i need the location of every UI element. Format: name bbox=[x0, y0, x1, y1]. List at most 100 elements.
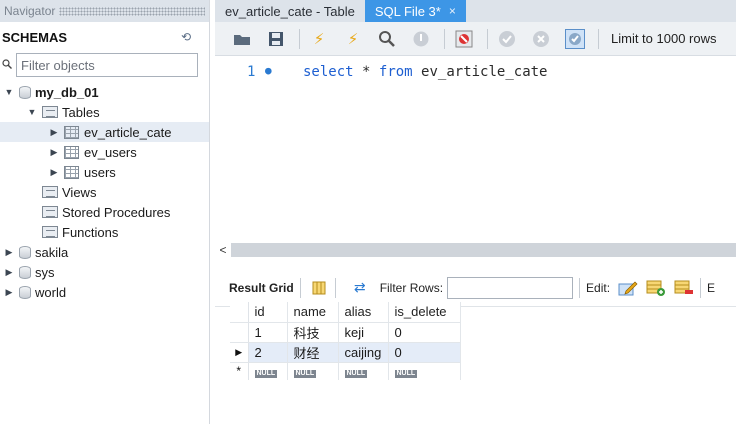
tree-item-world[interactable]: ▶ world bbox=[0, 282, 209, 302]
cell-is-delete[interactable]: NULL bbox=[388, 362, 461, 380]
tree-item-functions[interactable]: Functions bbox=[0, 222, 209, 242]
scrollbar-track[interactable] bbox=[231, 243, 736, 257]
tree-item-label: world bbox=[35, 284, 67, 300]
column-header-is-delete[interactable]: is_delete bbox=[388, 302, 461, 323]
sql-statement[interactable]: select * from ev_article_cate bbox=[303, 64, 547, 80]
table-row[interactable]: 1 科技 keji 0 bbox=[230, 322, 461, 343]
tree-item-ev-users[interactable]: ▶ ev_users bbox=[0, 142, 209, 162]
toggle-stop-on-error-icon[interactable] bbox=[453, 28, 475, 50]
add-row-icon[interactable] bbox=[646, 279, 666, 297]
refresh-icon[interactable]: ⟲ bbox=[181, 30, 191, 44]
new-row[interactable]: * NULL NULL NULL NULL bbox=[230, 362, 461, 380]
cell-is-delete[interactable]: 0 bbox=[388, 322, 461, 343]
cell-name[interactable]: 财经 bbox=[287, 342, 339, 363]
tab-sql-file-3[interactable]: SQL File 3* × bbox=[364, 0, 466, 22]
tree-item-my-db-01[interactable]: ▼ my_db_01 bbox=[0, 82, 209, 102]
table-icon bbox=[64, 145, 79, 159]
new-row-marker[interactable]: * bbox=[230, 362, 249, 380]
cell-is-delete[interactable]: 0 bbox=[388, 342, 461, 363]
toolbar-divider bbox=[579, 277, 581, 298]
scroll-left-icon[interactable]: < bbox=[215, 243, 231, 257]
save-icon[interactable] bbox=[265, 28, 287, 50]
execute-current-icon[interactable]: ⚡ bbox=[342, 28, 364, 50]
tree-item-sys[interactable]: ▶ sys bbox=[0, 262, 209, 282]
sql-keyword: from bbox=[378, 64, 413, 80]
tree-item-views[interactable]: Views bbox=[0, 182, 209, 202]
result-grid[interactable]: id name alias is_delete 1 科技 keji 0 ▶ 2 … bbox=[230, 302, 461, 380]
expand-arrow-icon[interactable]: ▼ bbox=[26, 107, 38, 117]
database-icon bbox=[19, 285, 31, 299]
column-header-name[interactable]: name bbox=[287, 302, 339, 323]
close-icon[interactable]: × bbox=[449, 4, 456, 18]
tree-item-label: users bbox=[84, 164, 116, 180]
navigator-header: Navigator bbox=[0, 0, 209, 22]
tab-ev-article-cate-table[interactable]: ev_article_cate - Table bbox=[215, 0, 365, 22]
expand-arrow-icon[interactable]: ▶ bbox=[3, 287, 15, 298]
expand-arrow-icon[interactable]: ▶ bbox=[48, 167, 60, 178]
autocommit-icon[interactable] bbox=[564, 28, 586, 50]
current-row-icon[interactable]: ▶ bbox=[230, 342, 249, 363]
folder-icon bbox=[42, 106, 58, 118]
tree-item-tables[interactable]: ▼ Tables bbox=[0, 102, 209, 122]
null-badge: NULL bbox=[293, 369, 317, 378]
tree-item-users[interactable]: ▶ users bbox=[0, 162, 209, 182]
null-badge: NULL bbox=[344, 369, 368, 378]
explain-icon[interactable] bbox=[376, 28, 398, 50]
folder-icon bbox=[42, 226, 58, 238]
rollback-icon[interactable] bbox=[530, 28, 552, 50]
database-icon bbox=[19, 85, 31, 99]
tree-item-label: sakila bbox=[35, 244, 69, 260]
filter-objects-input[interactable] bbox=[16, 53, 198, 77]
toolbar-divider bbox=[299, 277, 301, 298]
grid-layout-icon[interactable] bbox=[309, 279, 329, 297]
sql-editor[interactable]: 1 ● select * from ev_article_cate bbox=[215, 56, 736, 241]
database-icon bbox=[19, 245, 31, 259]
cell-alias[interactable]: NULL bbox=[338, 362, 389, 380]
tab-label: SQL File 3* bbox=[374, 3, 441, 19]
expand-arrow-icon[interactable]: ▶ bbox=[3, 247, 15, 258]
commit-icon[interactable] bbox=[496, 28, 518, 50]
null-badge: NULL bbox=[254, 369, 278, 378]
editor-horizontal-scrollbar[interactable]: < bbox=[215, 241, 736, 259]
column-header-id[interactable]: id bbox=[248, 302, 288, 323]
execute-icon[interactable]: ⚡ bbox=[308, 28, 330, 50]
delete-row-icon[interactable] bbox=[674, 279, 694, 297]
tree-item-label: sys bbox=[35, 264, 55, 280]
cell-id[interactable]: 1 bbox=[248, 322, 288, 343]
cell-alias[interactable]: caijing bbox=[338, 342, 389, 363]
expand-arrow-icon[interactable]: ▶ bbox=[48, 127, 60, 138]
result-grid-tab[interactable]: Result Grid bbox=[229, 281, 294, 295]
cell-id[interactable]: 2 bbox=[248, 342, 288, 363]
expand-arrow-icon[interactable]: ▶ bbox=[48, 147, 60, 158]
tab-bar: ev_article_cate - Table SQL File 3* × bbox=[215, 0, 736, 22]
navigator-grip[interactable] bbox=[59, 6, 205, 16]
refresh-results-icon[interactable]: ⇄ bbox=[350, 279, 370, 297]
edit-row-icon[interactable] bbox=[618, 279, 638, 297]
column-header-alias[interactable]: alias bbox=[338, 302, 389, 323]
tree-item-label: Tables bbox=[62, 104, 100, 120]
open-folder-icon[interactable] bbox=[231, 28, 253, 50]
cell-alias[interactable]: keji bbox=[338, 322, 389, 343]
tree-item-stored-procedures[interactable]: Stored Procedures bbox=[0, 202, 209, 222]
table-row[interactable]: ▶ 2 财经 caijing 0 bbox=[230, 342, 461, 363]
expand-arrow-icon[interactable]: ▶ bbox=[3, 267, 15, 278]
row-marker[interactable] bbox=[230, 322, 249, 343]
schemas-header: SCHEMAS ⟲ bbox=[0, 22, 209, 52]
cell-name[interactable]: NULL bbox=[287, 362, 339, 380]
tree-item-label: Functions bbox=[62, 224, 119, 240]
stop-icon[interactable] bbox=[410, 28, 432, 50]
cell-id[interactable]: NULL bbox=[248, 362, 288, 380]
limit-rows-select[interactable]: Limit to 1000 rows bbox=[611, 31, 717, 46]
table-icon bbox=[64, 125, 79, 139]
folder-icon bbox=[42, 186, 58, 198]
folder-icon bbox=[42, 206, 58, 218]
export-label: E bbox=[707, 280, 716, 295]
tree-item-sakila[interactable]: ▶ sakila bbox=[0, 242, 209, 262]
tree-item-ev-article-cate[interactable]: ▶ ev_article_cate bbox=[0, 122, 209, 142]
grid-header-row: id name alias is_delete bbox=[230, 302, 461, 323]
tree-item-label: Stored Procedures bbox=[62, 204, 171, 220]
expand-arrow-icon[interactable]: ▼ bbox=[3, 87, 15, 97]
statement-marker-icon: ● bbox=[265, 64, 272, 77]
cell-name[interactable]: 科技 bbox=[287, 322, 339, 343]
filter-rows-input[interactable] bbox=[447, 276, 574, 299]
